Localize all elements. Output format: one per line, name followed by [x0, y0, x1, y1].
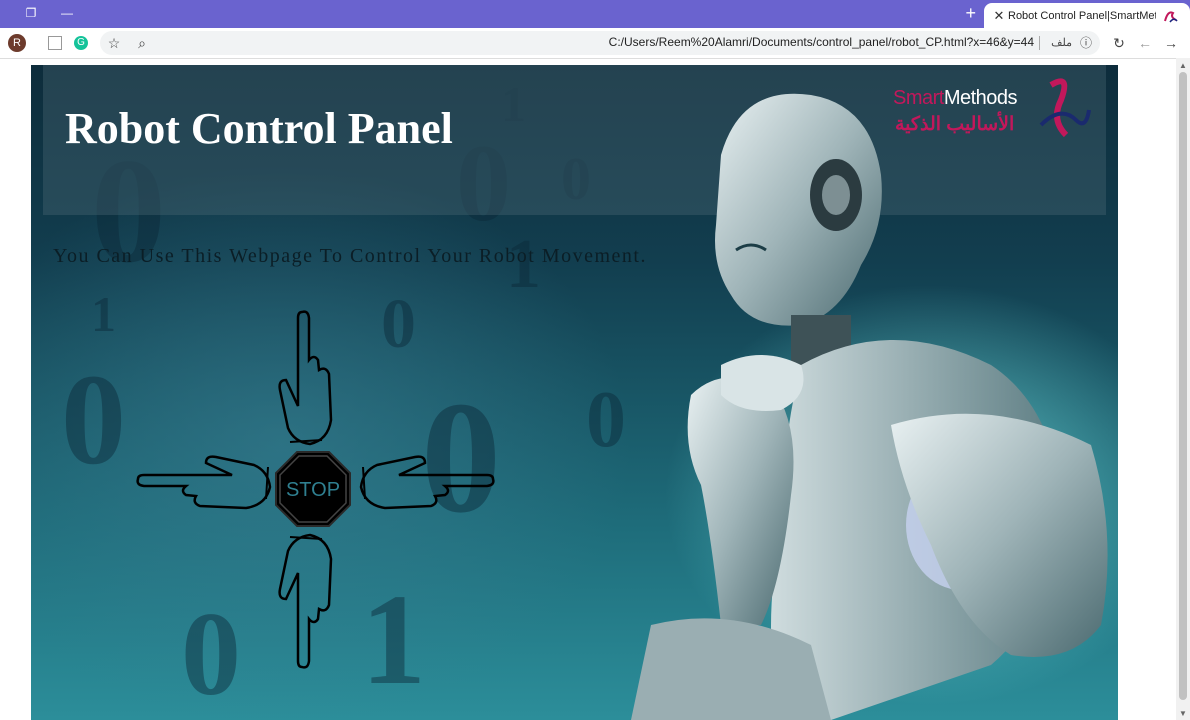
scroll-thumb[interactable]	[1179, 72, 1187, 700]
reload-icon[interactable]: ↻	[1110, 34, 1128, 52]
restore-icon[interactable]: ❐	[20, 4, 42, 22]
stop-label: STOP	[286, 479, 340, 501]
url-text[interactable]: C:/Users/Reem%20Alamri/Documents/control…	[609, 35, 1034, 49]
address-bar[interactable]: ☆ ⌕ C:/Users/Reem%20Alamri/Documents/con…	[100, 31, 1100, 55]
profile-avatar[interactable]: R	[8, 34, 26, 52]
page-subtitle: You Can Use This Webpage To Control Your…	[53, 245, 647, 267]
direction-controls: STOP	[131, 305, 501, 669]
page-title: Robot Control Panel	[65, 104, 453, 153]
grammarly-icon[interactable]: G	[72, 34, 90, 52]
backward-button[interactable]	[276, 529, 340, 669]
file-label: ملف	[1051, 37, 1072, 49]
forward-icon[interactable]: →	[1162, 34, 1180, 52]
smartmethods-favicon-icon	[1164, 10, 1178, 22]
bookmark-star-icon[interactable]: ☆	[106, 34, 122, 52]
forward-button[interactable]	[276, 310, 340, 450]
logo-text: SmartMethods	[893, 87, 1018, 109]
robot-illustration	[631, 93, 1108, 720]
background-digit: 0	[586, 376, 626, 464]
background-digit: 0	[61, 348, 126, 492]
browser-titlebar: ❐ — + ✕ Robot Control Panel|SmartMethods	[0, 0, 1190, 28]
tab-title: Robot Control Panel|SmartMethods	[1008, 9, 1156, 22]
extension-icon[interactable]	[46, 34, 62, 52]
scroll-down-icon[interactable]: ▼	[1179, 709, 1187, 718]
url-divider	[1039, 36, 1040, 50]
browser-toolbar: R G ☆ ⌕ C:/Users/Reem%20Alamri/Documents…	[0, 28, 1190, 59]
minimize-icon[interactable]: —	[56, 4, 78, 22]
logo-mark-icon	[1039, 78, 1091, 138]
page-scrollbar[interactable]: ▲ ▼	[1176, 58, 1190, 720]
stop-button[interactable]: STOP	[274, 450, 352, 528]
new-tab-icon[interactable]: +	[965, 4, 976, 22]
close-tab-icon[interactable]: ✕	[990, 8, 1008, 24]
left-button[interactable]	[136, 455, 276, 519]
info-icon[interactable]: ⓘ	[1078, 34, 1094, 52]
zoom-icon[interactable]: ⌕	[134, 34, 150, 52]
right-button[interactable]	[355, 455, 495, 519]
browser-tab[interactable]: ✕ Robot Control Panel|SmartMethods	[984, 3, 1190, 28]
robot-control-page: 0 0 1 0 0 1 0 0 0 1 0 1 Robot Control Pa…	[31, 65, 1118, 720]
logo-arabic-text: الأساليب الذكية	[895, 114, 1015, 135]
scroll-up-icon[interactable]: ▲	[1179, 61, 1187, 70]
smartmethods-logo: SmartMethods الأساليب الذكية	[891, 73, 1096, 145]
background-digit: 1	[91, 286, 116, 342]
back-icon[interactable]: ←	[1136, 34, 1154, 52]
